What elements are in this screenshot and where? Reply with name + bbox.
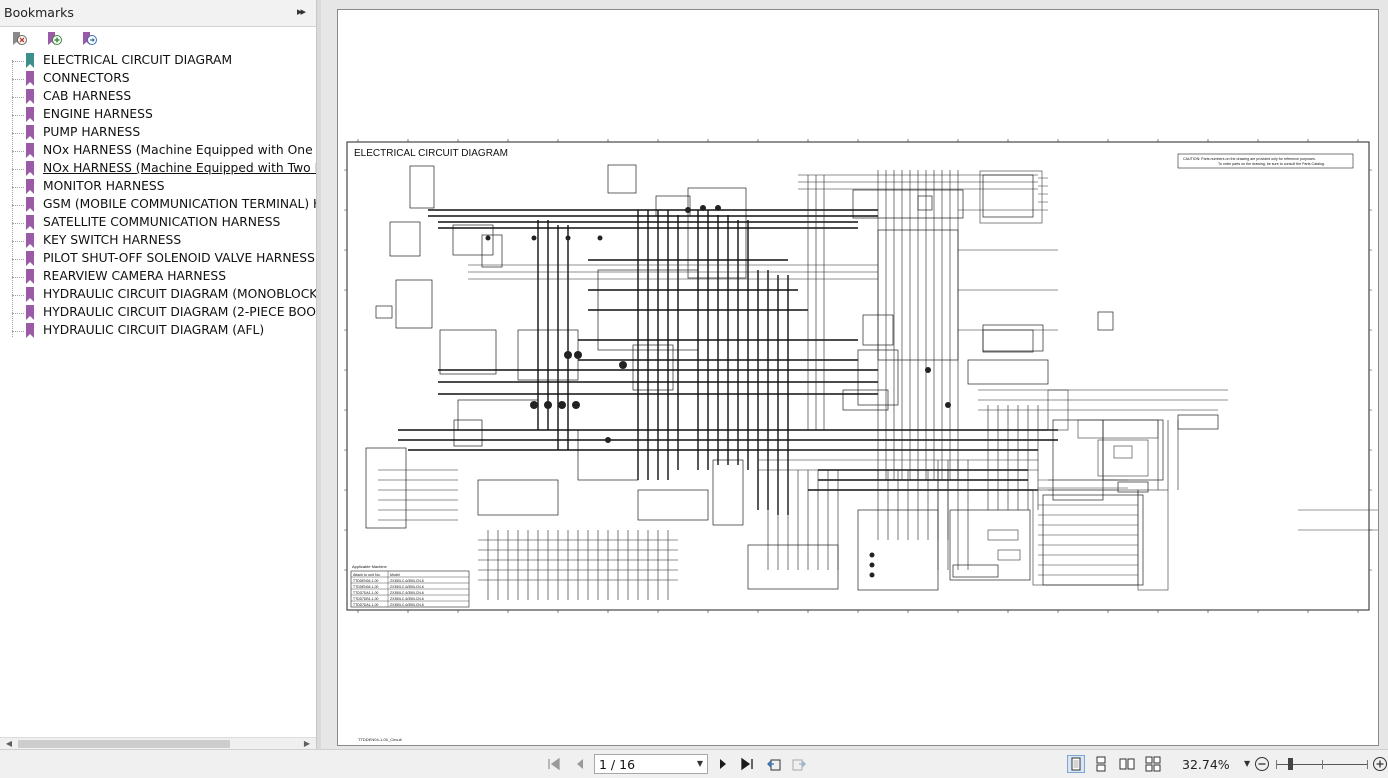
continuous-facing-icon[interactable]: [1145, 756, 1161, 772]
single-page-view-icon[interactable]: [1067, 755, 1085, 773]
bookmark-item-hydraulic-monoblock[interactable]: HYDRAULIC CIRCUIT DIAGRAM (MONOBLOCK BOO: [0, 286, 316, 304]
bookmark-item-pump-harness[interactable]: PUMP HARNESS: [0, 124, 316, 142]
bookmark-item-monitor-harness[interactable]: MONITOR HARNESS: [0, 178, 316, 196]
bookmark-item-rearview-camera-harness[interactable]: REARVIEW CAMERA HARNESS: [0, 268, 316, 286]
bookmark-label: NOx HARNESS (Machine Equipped with Two N…: [43, 161, 316, 175]
bookmark-item-nox-harness-one[interactable]: NOx HARNESS (Machine Equipped with One N…: [0, 142, 316, 160]
continuous-view-icon[interactable]: [1093, 756, 1109, 772]
diagram-title: ELECTRICAL CIRCUIT DIAGRAM: [354, 148, 508, 159]
next-view-icon[interactable]: [791, 756, 807, 772]
pdf-page: ELECTRICAL CIRCUIT DIAGRAM CAUTION: Part…: [337, 9, 1379, 746]
collapse-panel-icon[interactable]: ▸▸: [297, 5, 306, 18]
bookmark-item-nox-harness-two[interactable]: NOx HARNESS (Machine Equipped with Two N…: [0, 160, 316, 178]
bookmark-icon: [26, 89, 34, 104]
previous-page-icon[interactable]: [572, 756, 588, 772]
bookmark-label: KEY SWITCH HARNESS: [43, 233, 182, 247]
applicable-row-cell: TTDDEN04-1-00: [353, 579, 379, 583]
navigation-toolbar: 1 / 16 ▼ 32.74% ▼: [0, 749, 1388, 778]
bookmark-label: GSM (MOBILE COMMUNICATION TERMINAL) HAR: [43, 197, 316, 211]
applicable-row-cell: TTDD7DB1-1-00: [353, 597, 379, 601]
bookmark-label: HYDRAULIC CIRCUIT DIAGRAM (AFL): [43, 323, 265, 337]
bookmarks-panel: Bookmarks ▸▸ ELECTRICAL CIRCUIT DIAGRAM: [0, 0, 317, 750]
bookmark-icon: [26, 161, 34, 176]
zoom-slider-thumb[interactable]: [1288, 758, 1293, 770]
bookmark-label: ENGINE HARNESS: [43, 107, 153, 121]
bookmark-icon: [26, 323, 34, 338]
page-number-field[interactable]: 1 / 16 ▼: [594, 754, 708, 774]
add-bookmark-icon[interactable]: [45, 30, 63, 48]
bookmark-label: CAB HARNESS: [43, 89, 132, 103]
bookmark-item-pilot-shutoff-harness[interactable]: PILOT SHUT-OFF SOLENOID VALVE HARNESS: [0, 250, 316, 268]
chevron-down-icon[interactable]: ▼: [697, 759, 703, 768]
circuit-diagram-page: ELECTRICAL CIRCUIT DIAGRAM CAUTION: Part…: [344, 139, 1378, 742]
bookmark-label: PILOT SHUT-OFF SOLENOID VALVE HARNESS: [43, 251, 315, 265]
page-indicator: 1 / 16: [599, 757, 636, 772]
bookmark-label: HYDRAULIC CIRCUIT DIAGRAM (MONOBLOCK BOO: [43, 287, 316, 301]
applicable-heading: Applicable Machine: [352, 564, 387, 569]
bookmark-item-engine-harness[interactable]: ENGINE HARNESS: [0, 106, 316, 124]
applicable-row-cell: TTDD7DA1-1-00: [353, 603, 379, 607]
bookmark-item-gsm-harness[interactable]: GSM (MOBILE COMMUNICATION TERMINAL) HAR: [0, 196, 316, 214]
last-page-icon[interactable]: [739, 756, 755, 772]
applicable-col2: Model: [390, 573, 400, 577]
bookmark-icon: [26, 125, 34, 140]
bookmark-icon: [26, 53, 34, 68]
bookmark-item-satellite-harness[interactable]: SATELLITE COMMUNICATION HARNESS: [0, 214, 316, 232]
expand-bookmark-icon[interactable]: [80, 30, 98, 48]
zoom-dropdown-icon[interactable]: ▼: [1244, 759, 1250, 768]
bookmarks-panel-title: Bookmarks: [4, 5, 74, 20]
bookmark-icon: [26, 71, 34, 86]
bookmark-label: SATELLITE COMMUNICATION HARNESS: [43, 215, 281, 229]
zoom-in-icon[interactable]: [1372, 756, 1388, 772]
applicable-row-cell: TTDDEN04-1-00: [353, 585, 379, 589]
bookmark-item-key-switch-harness[interactable]: KEY SWITCH HARNESS: [0, 232, 316, 250]
bookmark-icon: [26, 179, 34, 194]
bookmarks-panel-header: Bookmarks ▸▸: [0, 0, 316, 27]
bookmark-label: CONNECTORS: [43, 71, 130, 85]
caution-line-1: CAUTION: Parts numbers on the drawing ar…: [1183, 157, 1316, 161]
bookmark-icon: [26, 269, 34, 284]
bookmark-label: PUMP HARNESS: [43, 125, 141, 139]
bookmark-icon: [26, 107, 34, 122]
applicable-row-cell: TTDD7DA1-1-00: [353, 591, 379, 595]
zoom-level[interactable]: 32.74%: [1182, 757, 1230, 772]
bookmark-item-connectors[interactable]: CONNECTORS: [0, 70, 316, 88]
bookmark-icon: [26, 215, 34, 230]
bookmark-tree: ELECTRICAL CIRCUIT DIAGRAM CONNECTORS CA…: [0, 52, 316, 737]
first-page-icon[interactable]: [546, 756, 562, 772]
bookmark-icon: [26, 143, 34, 158]
page-footer-id: TTDDEN04-1-00_Circuit: [358, 737, 402, 742]
delete-bookmark-icon[interactable]: [10, 30, 28, 48]
bookmark-item-hydraulic-afl[interactable]: HYDRAULIC CIRCUIT DIAGRAM (AFL): [0, 322, 316, 340]
next-page-icon[interactable]: [715, 756, 731, 772]
bookmark-icon: [26, 197, 34, 212]
bookmark-label: REARVIEW CAMERA HARNESS: [43, 269, 226, 283]
applicable-row-cell: ZX350LC-6/350LCN-6: [390, 603, 424, 607]
previous-view-icon[interactable]: [766, 756, 782, 772]
scrollbar-thumb[interactable]: [18, 740, 230, 748]
bookmark-label: MONITOR HARNESS: [43, 179, 165, 193]
bookmark-icon: [26, 305, 34, 320]
applicable-row-cell: ZX350LC-6/350LCN-6: [390, 597, 424, 601]
bookmark-item-cab-harness[interactable]: CAB HARNESS: [0, 88, 316, 106]
bookmark-icon: [26, 287, 34, 302]
bookmark-item-hydraulic-2-piece[interactable]: HYDRAULIC CIRCUIT DIAGRAM (2-PIECE BOOM)…: [0, 304, 316, 322]
applicable-col1: Attach to unit No.: [353, 573, 381, 577]
bookmark-label: ELECTRICAL CIRCUIT DIAGRAM: [43, 53, 233, 67]
applicable-row-cell: ZX350LC-6/350LCN-6: [390, 591, 424, 595]
bookmark-icon: [26, 233, 34, 248]
applicable-row-cell: ZX350LC-6/350LCN-6: [390, 585, 424, 589]
bookmark-label: HYDRAULIC CIRCUIT DIAGRAM (2-PIECE BOOM)…: [43, 305, 316, 319]
bookmark-icon: [26, 251, 34, 266]
applicable-row-cell: ZX350LC-6/350LCN-6: [390, 579, 424, 583]
facing-view-icon[interactable]: [1119, 756, 1135, 772]
bookmark-item-electrical-circuit-diagram[interactable]: ELECTRICAL CIRCUIT DIAGRAM: [0, 52, 316, 70]
zoom-out-icon[interactable]: [1254, 756, 1270, 772]
bookmarks-toolbar: [0, 26, 316, 52]
bookmark-label: NOx HARNESS (Machine Equipped with One N…: [43, 143, 316, 157]
caution-line-2: To order parts on the drawing, be sure t…: [1218, 162, 1325, 166]
